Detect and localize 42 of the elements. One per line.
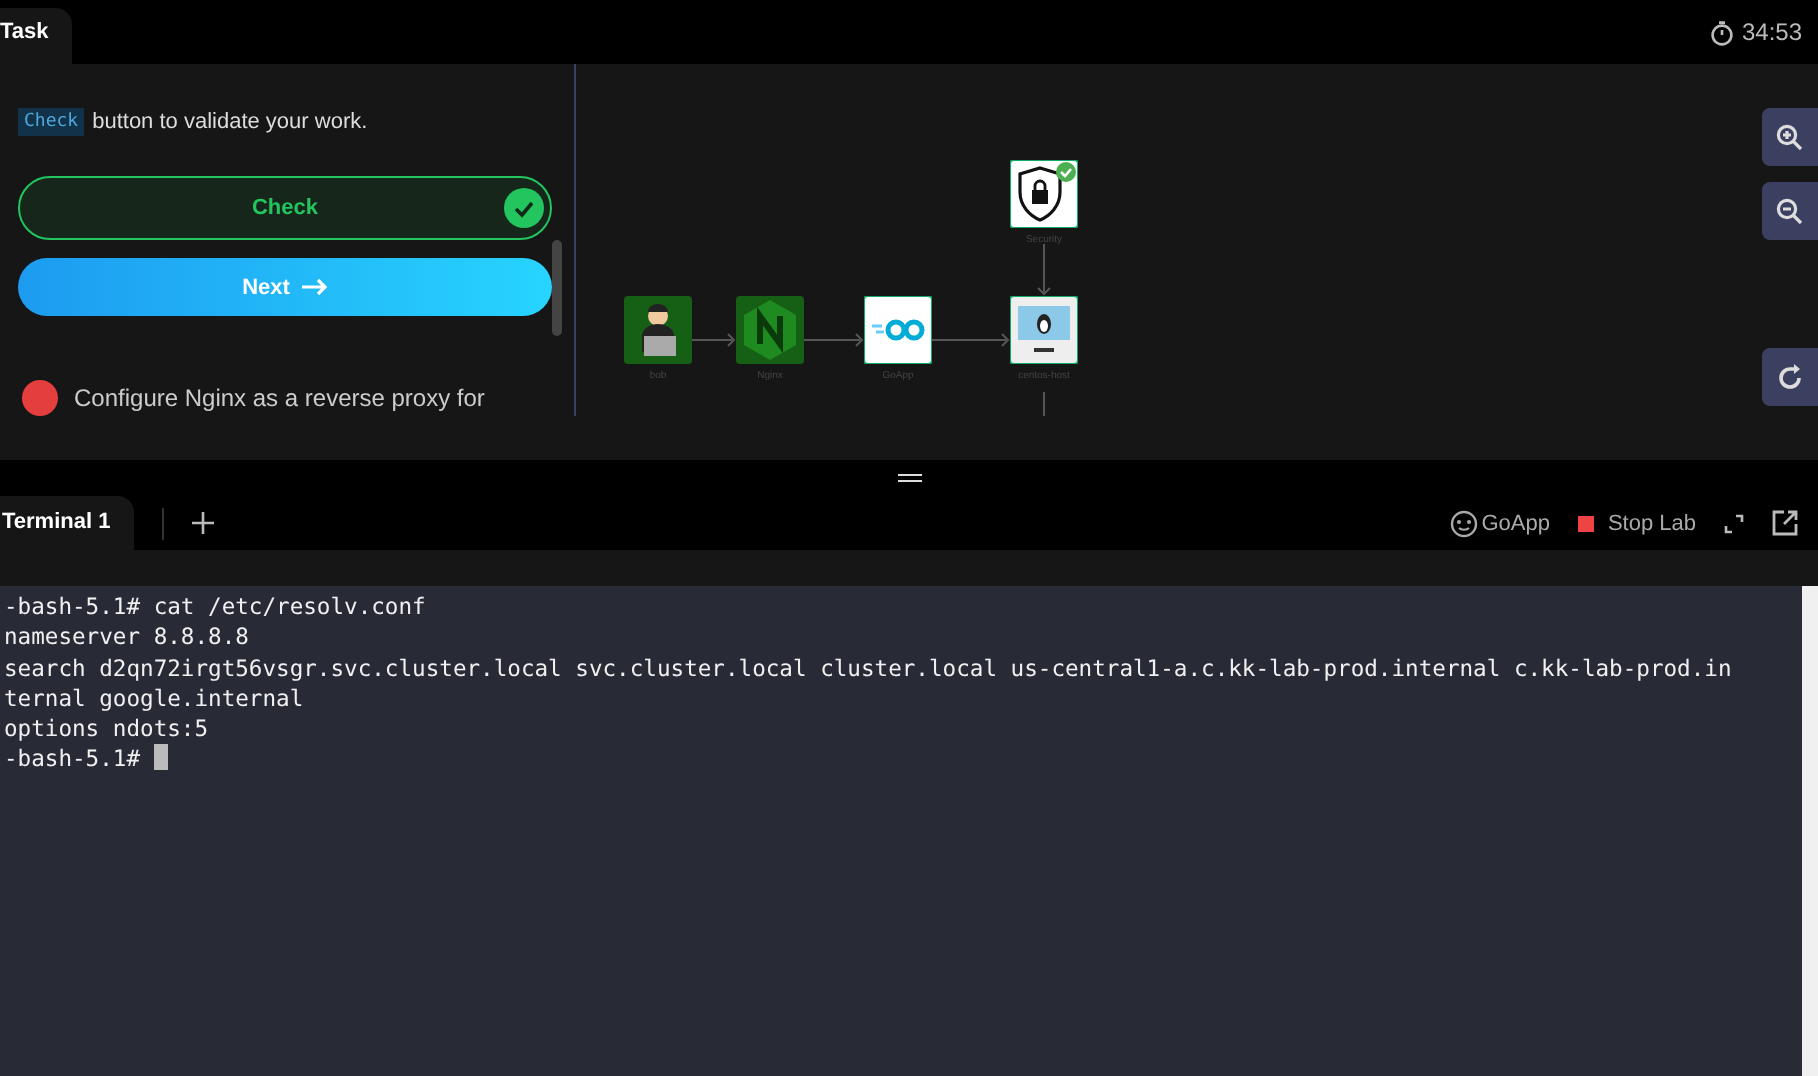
monitor-penguin-icon[interactable] xyxy=(1010,296,1078,364)
scrollbar[interactable] xyxy=(552,240,562,336)
terminal-line: nameserver 8.8.8.8 xyxy=(4,622,251,654)
connector-line xyxy=(1043,391,1045,417)
stopwatch-icon xyxy=(1709,19,1734,45)
cursor xyxy=(153,744,168,771)
timer-text: 34:53 xyxy=(1741,18,1802,46)
next-task-text: Configure Nginx as a reverse proxy for xyxy=(74,384,485,412)
terminal-line: options ndots:5 xyxy=(4,714,211,745)
scrollbar[interactable] xyxy=(1802,586,1818,1076)
arrow-right-icon xyxy=(301,278,328,296)
hexagon-n-icon[interactable] xyxy=(736,296,804,364)
connector-arrow xyxy=(931,333,1010,347)
task-tab[interactable]: Task xyxy=(0,8,73,64)
refresh-button[interactable] xyxy=(1762,348,1818,406)
terminal-line: search d2qn72irgt56vsgr.svc.cluster.local svc.cluster.local cluster.local us-central1-a.c.kk-lab-prod.internal c.kk-lab-prod.in xyxy=(4,653,1734,684)
zoom-in-icon xyxy=(1776,123,1804,151)
terminal-screen[interactable] xyxy=(0,586,1818,1076)
connector-arrow xyxy=(691,333,736,347)
terminal-line: ternal google.internal xyxy=(4,683,306,715)
stop-lab-button[interactable]: Stop Lab xyxy=(1577,511,1696,535)
person-laptop-icon[interactable] xyxy=(624,296,692,364)
check-button[interactable]: Check xyxy=(18,176,552,240)
external-link-icon[interactable] xyxy=(1772,510,1798,536)
go-logo-icon[interactable] xyxy=(864,296,932,364)
plus-icon[interactable] xyxy=(192,512,215,534)
connector-arrow xyxy=(1037,243,1051,296)
refresh-icon xyxy=(1776,363,1804,391)
zoom-out-icon xyxy=(1776,197,1804,225)
expand-icon[interactable] xyxy=(1724,513,1744,533)
connector-arrow xyxy=(803,333,864,347)
zoom-out-button[interactable] xyxy=(1762,182,1818,240)
instruction-text: button to validate your work. xyxy=(92,110,368,134)
terminal-tab[interactable]: Terminal 1 xyxy=(0,496,135,550)
status-dot xyxy=(22,380,58,416)
app-link[interactable]: GoApp xyxy=(1449,509,1550,537)
terminal-line: -bash-5.1# cat /etc/resolv.conf xyxy=(4,592,428,623)
code-chip: Check xyxy=(18,108,85,136)
shield-lock-icon[interactable] xyxy=(1010,160,1078,228)
face-icon xyxy=(1449,509,1478,537)
zoom-in-button[interactable] xyxy=(1762,108,1818,166)
resize-handle[interactable] xyxy=(897,474,921,482)
